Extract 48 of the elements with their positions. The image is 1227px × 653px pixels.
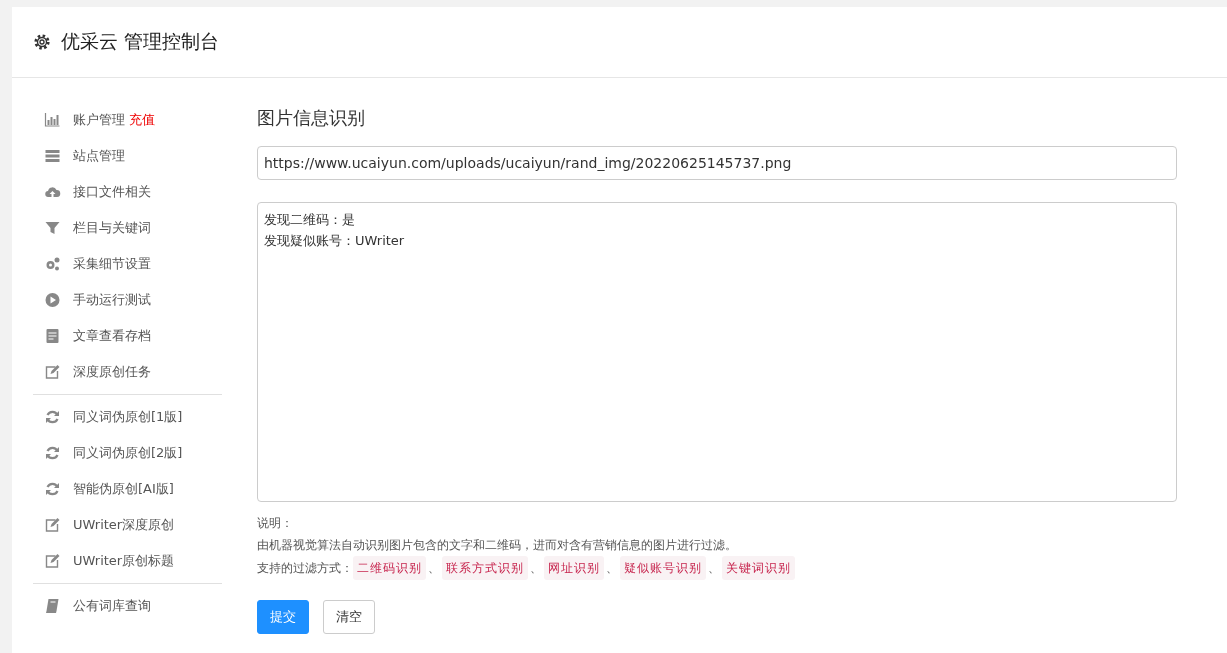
sidebar-item[interactable]: 站点管理	[73, 147, 125, 165]
sidebar-item[interactable]: 账户管理	[73, 111, 125, 129]
cloud-icon	[44, 184, 61, 200]
refresh-icon	[44, 445, 61, 461]
page-title: 图片信息识别	[257, 106, 366, 130]
play-icon	[44, 292, 61, 308]
notes-heading: 说明：	[257, 515, 293, 532]
separator: 、	[428, 560, 440, 577]
separator: 、	[708, 560, 720, 577]
sidebar-item[interactable]: 同义词伪原创[1版]	[73, 408, 183, 426]
settings-icon	[33, 33, 51, 51]
refresh-icon	[44, 481, 61, 497]
result-line: 发现二维码：是	[264, 212, 355, 227]
sidebar-item[interactable]: 采集细节设置	[73, 255, 151, 273]
server-icon	[44, 148, 61, 164]
sidebar-item[interactable]: 接口文件相关	[73, 183, 151, 201]
sidebar-item[interactable]: UWriter深度原创	[73, 516, 175, 534]
filter-icon	[44, 220, 61, 236]
sidebar-item[interactable]: 深度原创任务	[73, 363, 151, 381]
clear-button[interactable]: 清空	[323, 600, 375, 634]
sidebar-item[interactable]: 智能伪原创[AI版]	[73, 480, 174, 498]
edit-icon	[44, 517, 61, 533]
recharge-link[interactable]: 充值	[129, 111, 155, 129]
separator: 、	[530, 560, 542, 577]
methods-label: 支持的过滤方式：	[257, 560, 353, 577]
method-tag: 网址识别	[544, 556, 604, 580]
sidebar-item[interactable]: UWriter原创标题	[73, 552, 175, 570]
sidebar-item[interactable]: 手动运行测试	[73, 291, 151, 309]
method-tag: 疑似账号识别	[620, 556, 706, 580]
separator: 、	[606, 560, 618, 577]
url-field[interactable]: https://www.ucaiyun.com/uploads/ucaiyun/rand_img/20220625145737.png	[257, 146, 1177, 180]
edit-icon	[44, 364, 61, 380]
sidebar-item[interactable]: 栏目与关键词	[73, 219, 151, 237]
method-tag: 关键词识别	[722, 556, 795, 580]
sidebar-item[interactable]: 公有词库查询	[73, 597, 151, 615]
doc-icon	[44, 328, 61, 344]
method-tag: 联系方式识别	[442, 556, 528, 580]
method-tag: 二维码识别	[353, 556, 426, 580]
result-box[interactable]: 发现二维码：是 发现疑似账号：UWriter	[257, 202, 1177, 502]
book-icon	[44, 598, 61, 614]
notes-description: 由机器视觉算法自动识别图片包含的文字和二维码，进而对含有营销信息的图片进行过滤。	[257, 537, 737, 554]
edit-icon	[44, 553, 61, 569]
console-title: 优采云 管理控制台	[61, 29, 220, 54]
chart-icon	[44, 112, 61, 128]
sidebar-item[interactable]: 同义词伪原创[2版]	[73, 444, 183, 462]
result-line: 发现疑似账号：UWriter	[264, 233, 405, 248]
refresh-icon	[44, 409, 61, 425]
sidebar-item[interactable]: 文章查看存档	[73, 327, 151, 345]
